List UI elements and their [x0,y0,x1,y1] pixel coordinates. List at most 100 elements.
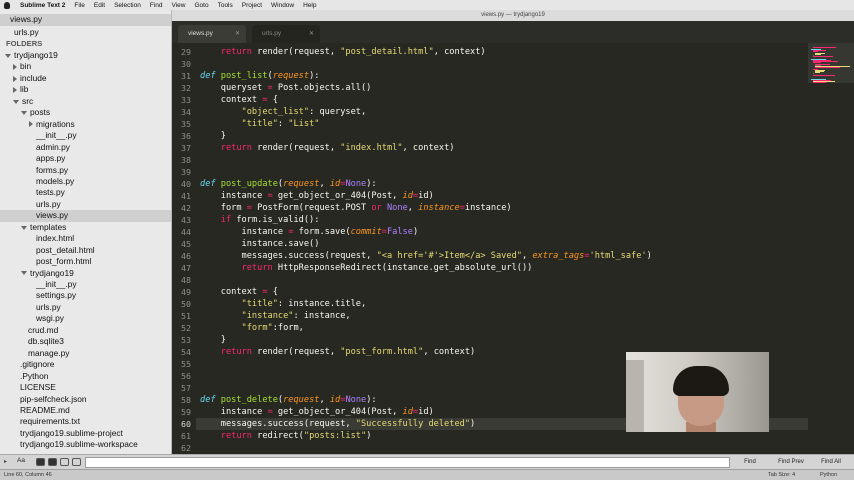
syntax-selector[interactable]: Python [820,470,837,480]
sidebar-file[interactable]: __init__.py [0,130,171,142]
code-line[interactable]: form = PostForm(request.POST or None, in… [200,202,512,214]
code-line[interactable]: instance = get_object_or_404(Post, id=id… [200,406,434,418]
sidebar-file[interactable]: manage.py [0,348,171,360]
code-line[interactable]: return redirect("posts:list") [200,430,372,442]
sidebar-file[interactable]: trydjango19.sublime-project [0,428,171,440]
sidebar-file[interactable]: .gitignore [0,359,171,371]
sidebar-file[interactable]: forms.py [0,165,171,177]
sidebar-file[interactable]: tests.py [0,187,171,199]
close-icon[interactable]: ✕ [235,25,240,43]
code-line[interactable]: "object_list": queryset, [200,106,367,118]
sidebar-file[interactable]: urls.py [0,199,171,211]
code-line[interactable]: instance.save() [200,238,320,250]
find-button[interactable]: Find [735,457,765,468]
sidebar-file[interactable]: README.md [0,405,171,417]
sidebar-file[interactable]: admin.py [0,142,171,154]
sidebar-folder[interactable]: trydjango19 [0,268,171,280]
menu-project[interactable]: Project [242,2,262,9]
code-line[interactable]: return render(request, "post_form.html",… [200,346,475,358]
code-line[interactable]: "instance": instance, [200,310,351,322]
minimap[interactable] [808,43,854,454]
sidebar-file[interactable]: views.py [0,210,171,222]
code-line[interactable]: context = { [200,286,278,298]
sidebar-file[interactable]: models.py [0,176,171,188]
menu-view[interactable]: View [172,2,186,9]
in-selection-toggle[interactable] [72,458,81,466]
tab-views-py[interactable]: views.py ✕ [178,25,246,43]
sidebar-file[interactable]: pip-selfcheck.json [0,394,171,406]
disclosure-open-icon[interactable] [21,271,27,276]
code-line[interactable]: def post_delete(request, id=None): [200,394,377,406]
sidebar-folder[interactable]: lib [0,84,171,96]
disclosure-open-icon[interactable] [13,99,19,104]
sidebar-folder[interactable]: posts [0,107,171,119]
sidebar-file[interactable]: requirements.txt [0,416,171,428]
menu-selection[interactable]: Selection [114,2,141,9]
tab-size-selector[interactable]: Tab Size: 4 [768,470,795,480]
find-all-button[interactable]: Find All [814,457,848,468]
code-line[interactable]: return render(request, "post_detail.html… [200,46,486,58]
menu-app-name[interactable]: Sublime Text 2 [20,2,65,9]
disclosure-open-icon[interactable] [21,225,27,230]
code-line[interactable]: "title": "List" [200,118,320,130]
code-line[interactable]: "title": instance.title, [200,298,367,310]
code-line[interactable]: def post_update(request, id=None): [200,178,377,190]
sidebar-file[interactable]: __init__.py [0,279,171,291]
menu-goto[interactable]: Goto [194,2,208,9]
sidebar-folder[interactable]: templates [0,222,171,234]
menu-edit[interactable]: Edit [94,2,105,9]
disclosure-closed-icon[interactable] [29,121,33,128]
sidebar-file[interactable]: apps.py [0,153,171,165]
code-line[interactable]: } [200,130,226,142]
disclosure-open-icon[interactable] [21,111,27,116]
sidebar-file[interactable]: LICENSE [0,382,171,394]
find-input[interactable] [85,457,730,468]
menu-tools[interactable]: Tools [218,2,233,9]
sidebar-file[interactable]: trydjango19.sublime-workspace [0,439,171,451]
sidebar-folder[interactable]: src [0,96,171,108]
disclosure-open-icon[interactable] [5,53,11,58]
code-line[interactable]: "form":form, [200,322,304,334]
disclosure-closed-icon[interactable] [13,64,17,71]
menu-file[interactable]: File [74,2,84,9]
tab-urls-py[interactable]: urls.py ✕ [252,25,320,43]
close-icon[interactable]: ✕ [309,25,314,43]
code-line[interactable]: return HttpResponseRedirect(instance.get… [200,262,533,274]
code-line[interactable]: } [200,334,226,346]
disclosure-closed-icon[interactable] [13,75,17,82]
open-file-urls[interactable]: urls.py [0,27,171,39]
code-line[interactable]: queryset = Post.objects.all() [200,82,372,94]
sidebar-file[interactable]: db.sqlite3 [0,336,171,348]
code-line[interactable]: return render(request, "index.html", con… [200,142,455,154]
menu-find[interactable]: Find [150,2,163,9]
sidebar-file[interactable]: settings.py [0,290,171,302]
case-sensitive-toggle[interactable]: Aa [17,457,25,464]
find-menu-icon[interactable]: ▸ [4,458,7,465]
sidebar-file[interactable]: wsgi.py [0,313,171,325]
code-line[interactable]: instance = form.save(commit=False) [200,226,419,238]
sidebar-file[interactable]: index.html [0,233,171,245]
regex-toggle[interactable] [36,458,45,466]
menu-help[interactable]: Help [303,2,316,9]
sidebar-folder[interactable]: include [0,73,171,85]
sidebar-file[interactable]: crud.md [0,325,171,337]
wrap-toggle[interactable] [60,458,69,466]
sidebar-file[interactable]: urls.py [0,302,171,314]
apple-icon[interactable] [4,1,10,9]
find-prev-button[interactable]: Find Prev [772,457,810,468]
code-line[interactable]: def post_list(request): [200,70,319,82]
sidebar-folder[interactable]: migrations [0,119,171,131]
code-line[interactable]: instance = get_object_or_404(Post, id=id… [200,190,434,202]
sidebar-file[interactable]: post_form.html [0,256,171,268]
whole-word-toggle[interactable] [48,458,57,466]
menu-window[interactable]: Window [271,2,294,9]
code-line[interactable]: context = { [200,94,278,106]
code-line[interactable]: messages.success(request, "<a href='#'>I… [200,250,652,262]
sidebar-folder[interactable]: bin [0,61,171,73]
sidebar-folder[interactable]: trydjango19 [0,50,171,62]
open-file-views[interactable]: views.py [0,14,171,26]
sidebar-file[interactable]: .Python [0,371,171,383]
code-line[interactable]: if form.is_valid(): [200,214,320,226]
disclosure-closed-icon[interactable] [13,87,17,94]
sidebar-file[interactable]: post_detail.html [0,245,171,257]
